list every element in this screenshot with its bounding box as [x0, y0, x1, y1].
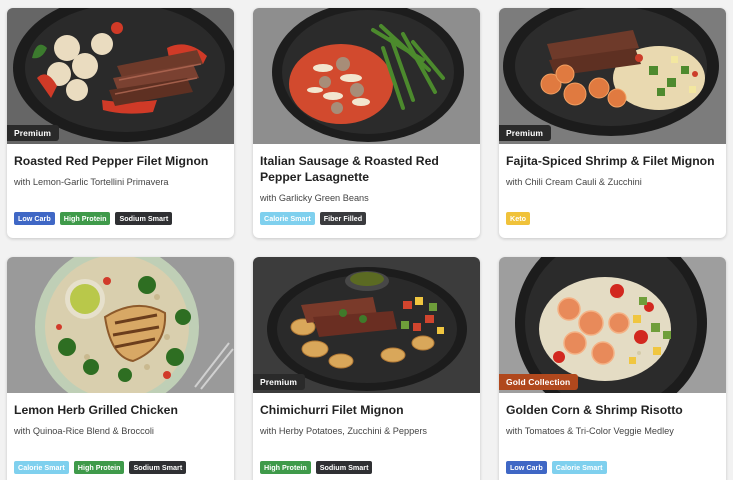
meal-tags: Low Carb Calorie Smart: [506, 461, 607, 474]
meal-card[interactable]: Premium Fajita-Spiced Shrimp & Filet Mig…: [499, 8, 726, 238]
tag-keto: Keto: [506, 212, 530, 225]
meal-subtitle: with Herby Potatoes, Zucchini & Peppers: [260, 426, 427, 436]
meal-title[interactable]: Lemon Herb Grilled Chicken: [14, 402, 227, 418]
meal-subtitle: with Garlicky Green Beans: [260, 193, 369, 203]
meal-card[interactable]: Gold Collection Golden Corn & Shrimp Ris…: [499, 257, 726, 480]
meal-title[interactable]: Fajita-Spiced Shrimp & Filet Mignon: [506, 153, 719, 169]
meal-tags: Calorie Smart Fiber Filled: [260, 212, 367, 225]
tag-high-protein: High Protein: [73, 461, 125, 474]
meal-tags: High Protein Sodium Smart: [260, 461, 373, 474]
meal-card[interactable]: Italian Sausage & Roasted Red Pepper Las…: [253, 8, 480, 238]
tag-low-carb: Low Carb: [14, 212, 55, 225]
gold-collection-badge: Gold Collection: [499, 374, 579, 390]
meal-photo[interactable]: Gold Collection: [499, 257, 726, 393]
premium-badge: Premium: [499, 125, 552, 141]
tag-sodium-smart: Sodium Smart: [129, 461, 187, 474]
meal-subtitle: with Lemon-Garlic Tortellini Primavera: [14, 177, 169, 187]
meal-tags: Calorie Smart High Protein Sodium Smart: [14, 461, 187, 474]
meal-title[interactable]: Roasted Red Pepper Filet Mignon: [14, 153, 227, 169]
meal-photo[interactable]: Premium: [7, 8, 234, 144]
tag-high-protein: High Protein: [59, 212, 111, 225]
tag-sodium-smart: Sodium Smart: [315, 461, 373, 474]
tag-calorie-smart: Calorie Smart: [551, 461, 607, 474]
tag-calorie-smart: Calorie Smart: [14, 461, 69, 474]
meal-title[interactable]: Chimichurri Filet Mignon: [260, 402, 473, 418]
meal-subtitle: with Quinoa-Rice Blend & Broccoli: [14, 426, 154, 436]
tag-calorie-smart: Calorie Smart: [260, 212, 315, 225]
meal-tags: Keto: [506, 212, 530, 225]
meal-subtitle: with Chili Cream Cauli & Zucchini: [506, 177, 642, 187]
premium-badge: Premium: [253, 374, 306, 390]
meal-card[interactable]: Lemon Herb Grilled Chicken with Quinoa-R…: [7, 257, 234, 480]
tag-fiber-filled: Fiber Filled: [319, 212, 367, 225]
meal-subtitle: with Tomatoes & Tri-Color Veggie Medley: [506, 426, 674, 436]
meal-card[interactable]: Premium Chimichurri Filet Mignon with He…: [253, 257, 480, 480]
tag-sodium-smart: Sodium Smart: [115, 212, 173, 225]
meal-photo[interactable]: [253, 8, 480, 144]
meal-title[interactable]: Italian Sausage & Roasted Red Pepper Las…: [260, 153, 473, 185]
meal-card[interactable]: Premium Roasted Red Pepper Filet Mignon …: [7, 8, 234, 238]
premium-badge: Premium: [7, 125, 60, 141]
meal-photo[interactable]: [7, 257, 234, 393]
meal-title[interactable]: Golden Corn & Shrimp Risotto: [506, 402, 719, 418]
meal-grid: Premium Roasted Red Pepper Filet Mignon …: [7, 8, 726, 480]
tag-low-carb: Low Carb: [506, 461, 547, 474]
meal-photo[interactable]: Premium: [499, 8, 726, 144]
meal-tags: Low Carb High Protein Sodium Smart: [14, 212, 173, 225]
meal-photo[interactable]: Premium: [253, 257, 480, 393]
tag-high-protein: High Protein: [260, 461, 311, 474]
